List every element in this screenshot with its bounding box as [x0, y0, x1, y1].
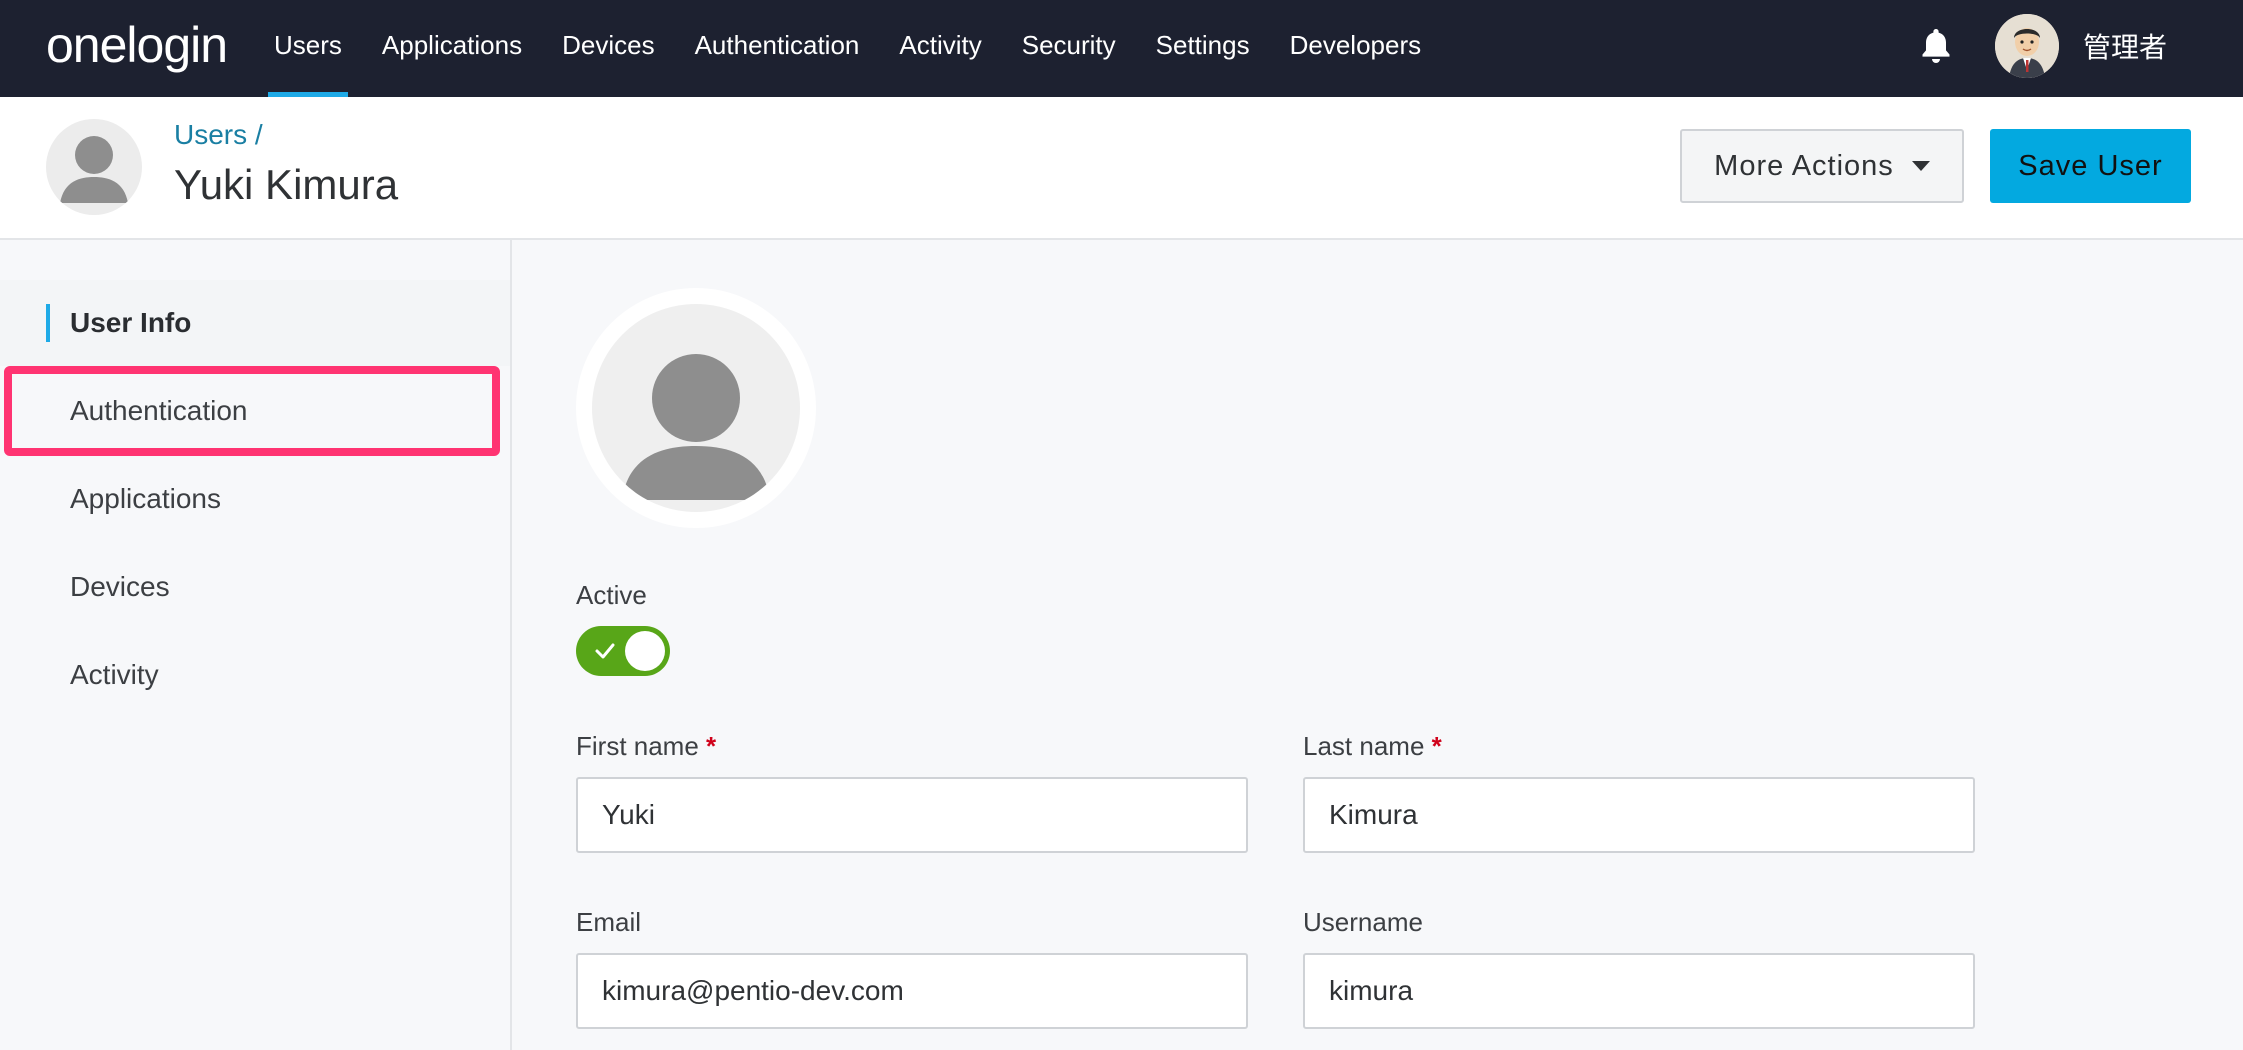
admin-name[interactable]: 管理者	[2083, 26, 2167, 66]
admin-avatar[interactable]	[1995, 14, 2059, 78]
save-user-button[interactable]: Save User	[1990, 129, 2191, 203]
nav-devices[interactable]: Devices	[550, 0, 666, 97]
active-label: Active	[576, 580, 647, 610]
active-toggle[interactable]	[576, 626, 670, 676]
breadcrumb-users[interactable]: Users /	[174, 119, 263, 151]
username-field[interactable]	[1303, 953, 1975, 1029]
more-actions-button[interactable]: More Actions	[1680, 129, 1964, 203]
nav-applications[interactable]: Applications	[370, 0, 534, 97]
first-name-label: First name *	[576, 731, 716, 762]
sidebar-item-devices[interactable]: Devices	[0, 544, 510, 630]
top-navigation-bar: onelogin Users Applications Devices Auth…	[0, 0, 2243, 97]
sidebar-item-activity[interactable]: Activity	[0, 632, 510, 718]
nav-users[interactable]: Users	[262, 0, 354, 97]
email-field[interactable]	[576, 953, 1248, 1029]
nav-security[interactable]: Security	[1010, 0, 1128, 97]
toggle-knob	[625, 631, 665, 671]
main-nav: Users Applications Devices Authenticatio…	[262, 0, 1449, 97]
admin-avatar-image	[1995, 14, 2059, 78]
username-label: Username	[1303, 907, 1423, 937]
last-name-field[interactable]	[1303, 777, 1975, 853]
caret-down-icon	[1911, 161, 1930, 171]
email-label: Email	[576, 907, 642, 937]
nav-developers[interactable]: Developers	[1278, 0, 1434, 97]
last-name-label-text: Last name	[1303, 731, 1425, 761]
bell-icon[interactable]	[1918, 26, 1954, 66]
required-marker: *	[706, 731, 717, 761]
user-placeholder-icon	[46, 119, 142, 215]
page-title: Yuki Kimura	[174, 161, 399, 208]
profile-photo[interactable]	[576, 288, 816, 528]
user-placeholder-icon-large	[592, 304, 800, 512]
nav-settings[interactable]: Settings	[1144, 0, 1262, 97]
first-name-label-text: First name	[576, 731, 699, 761]
first-name-field[interactable]	[576, 777, 1248, 853]
last-name-label: Last name *	[1303, 731, 1442, 762]
check-icon	[595, 643, 615, 659]
nav-authentication[interactable]: Authentication	[683, 0, 872, 97]
onelogin-logo[interactable]: onelogin	[46, 16, 228, 74]
sidebar-item-authentication[interactable]: Authentication	[0, 368, 510, 454]
sidebar-item-user-info[interactable]: User Info	[0, 280, 510, 366]
sidebar-item-applications[interactable]: Applications	[0, 456, 510, 542]
nav-activity[interactable]: Activity	[887, 0, 993, 97]
user-header: Users / Yuki Kimura More Actions Save Us…	[0, 97, 2243, 240]
more-actions-label: More Actions	[1714, 149, 1894, 182]
required-marker: *	[1431, 731, 1442, 761]
